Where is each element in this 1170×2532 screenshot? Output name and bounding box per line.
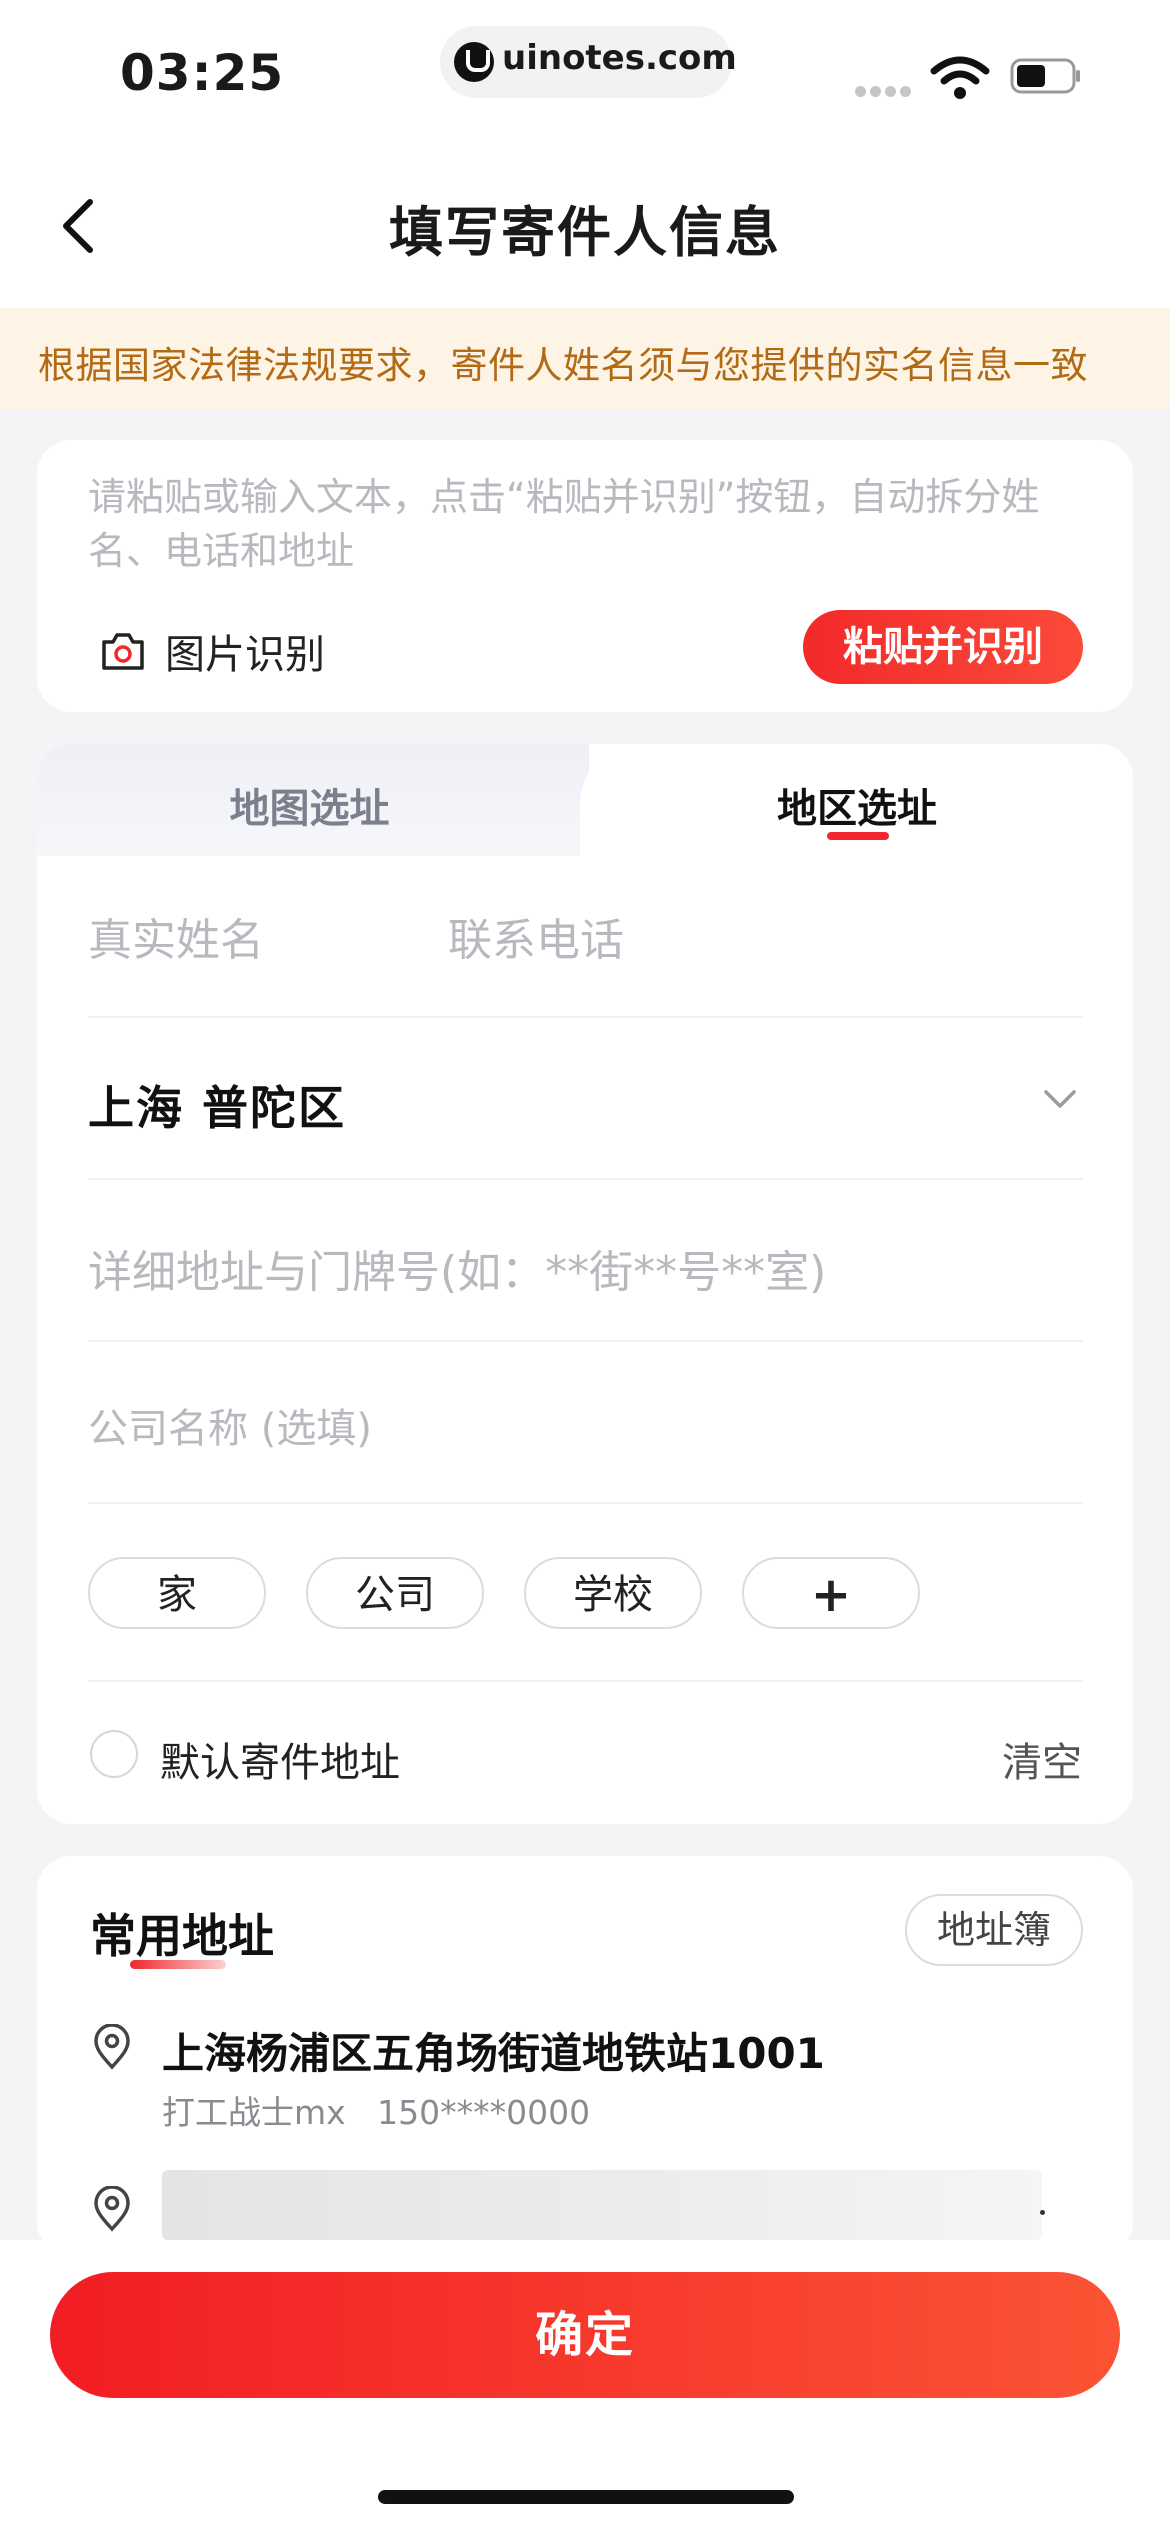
page-title: 填写寄件人信息: [389, 201, 781, 264]
url-text: uinotes.com: [502, 38, 737, 78]
address-book-button[interactable]: 地址簿: [905, 1894, 1083, 1966]
tab-area-select[interactable]: 地区选址: [582, 776, 1132, 834]
blurred-dot: [1040, 2210, 1045, 2215]
battery-icon: [1010, 58, 1080, 94]
camera-icon[interactable]: [100, 630, 146, 672]
name-input[interactable]: 真实姓名: [88, 904, 264, 968]
status-time: 03:25: [120, 44, 285, 102]
tag-home-button[interactable]: 家: [88, 1557, 266, 1629]
detail-address-input[interactable]: 详细地址与门牌号(如：**街**号**室): [88, 1236, 826, 1300]
divider: [88, 1178, 1083, 1180]
region-select[interactable]: 上海 普陀区: [88, 1072, 346, 1138]
tab-map-select[interactable]: 地图选址: [37, 776, 582, 834]
image-recognize-button[interactable]: 图片识别: [165, 622, 325, 680]
divider: [88, 1016, 1083, 1018]
divider: [88, 1680, 1083, 1682]
divider: [88, 1502, 1083, 1504]
list-item-contact: 打工战士mx 150****0000: [162, 2093, 591, 2132]
signal-dots-icon: [855, 82, 915, 97]
phone-input[interactable]: 联系电话: [448, 904, 624, 968]
location-pin-icon: [94, 2024, 130, 2070]
location-pin-icon: [94, 2186, 130, 2232]
tag-school-button[interactable]: 学校: [524, 1557, 702, 1629]
chevron-down-icon[interactable]: [1040, 1086, 1080, 1114]
divider: [88, 1340, 1083, 1342]
default-address-label: 默认寄件地址: [160, 1740, 400, 1786]
add-tag-button[interactable]: +: [742, 1557, 920, 1629]
paste-recognize-button[interactable]: 粘贴并识别: [803, 610, 1083, 684]
company-input[interactable]: 公司名称 (选填): [88, 1396, 372, 1454]
default-address-radio[interactable]: [90, 1730, 138, 1778]
active-tab-indicator: [827, 832, 889, 840]
smart-input-textarea[interactable]: 请粘贴或输入文本，点击“粘贴并识别”按钮，自动拆分姓名、电话和地址: [88, 470, 1078, 578]
title-underline: [130, 1960, 226, 1969]
site-logo-icon: [454, 42, 494, 82]
confirm-button[interactable]: 确定: [50, 2272, 1120, 2398]
list-item-address[interactable]: 上海杨浦区五角场街道地铁站1001: [162, 2020, 825, 2081]
tag-company-button[interactable]: 公司: [306, 1557, 484, 1629]
common-address-title: 常用地址: [90, 1909, 274, 1963]
notice-text: 根据国家法律法规要求，寄件人姓名须与您提供的实名信息一致: [38, 344, 1088, 387]
blurred-address-item[interactable]: [162, 2170, 1042, 2240]
wifi-icon: [930, 56, 990, 99]
home-indicator: [378, 2490, 794, 2504]
clear-button[interactable]: 清空: [1002, 1730, 1082, 1788]
